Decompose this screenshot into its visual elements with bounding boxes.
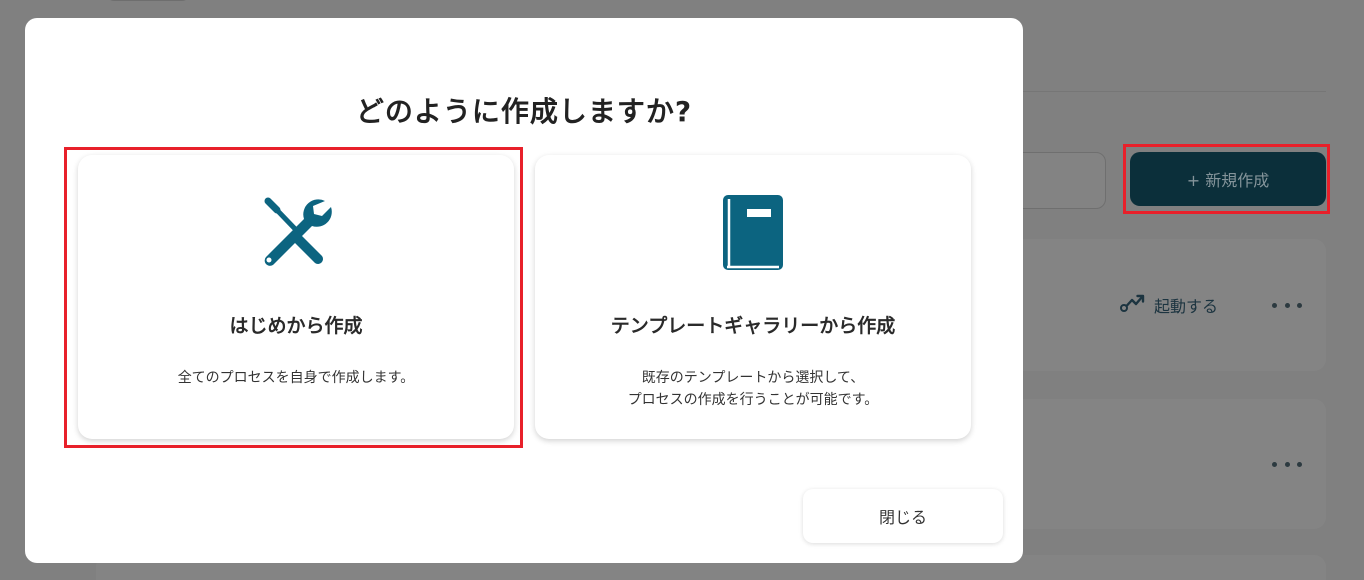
background-divider [1023, 91, 1326, 92]
modal-title: どのように作成しますか? [355, 95, 693, 128]
launch-button[interactable]: 起動する [1120, 293, 1218, 317]
create-method-modal: どのように作成しますか? はじめから作成 全てのプロセスを自身で作成します。 テ… [25, 18, 1023, 563]
launch-icon [1120, 293, 1146, 317]
tools-icon [256, 193, 336, 273]
create-from-template-description-line-2: プロセスの作成を行うことが可能です。 [627, 392, 879, 408]
more-options-icon[interactable] [1272, 300, 1302, 310]
launch-label: 起動する [1154, 297, 1219, 316]
create-from-template-description: 既存のテンプレートから選択して、 プロセスの作成を行うことが可能です。 [535, 367, 971, 411]
close-button-label: 閉じる [878, 508, 927, 527]
create-from-scratch-description: 全てのプロセスを自身で作成します。 [177, 370, 415, 386]
create-from-template-title: テンプレートギャラリーから作成 [610, 315, 896, 337]
close-button[interactable]: 閉じる [803, 489, 1003, 543]
new-create-highlight [1123, 144, 1330, 214]
book-icon [713, 193, 793, 273]
more-options-icon[interactable] [1272, 459, 1302, 469]
create-from-template-description-line-1: 既存のテンプレートから選択して、 [641, 370, 865, 386]
create-from-scratch-card[interactable]: はじめから作成 全てのプロセスを自身で作成します。 [78, 155, 514, 439]
create-from-template-card[interactable]: テンプレートギャラリーから作成 既存のテンプレートから選択して、 プロセスの作成… [535, 155, 971, 439]
create-from-scratch-title: はじめから作成 [229, 315, 363, 337]
background-tab [106, 0, 190, 1]
